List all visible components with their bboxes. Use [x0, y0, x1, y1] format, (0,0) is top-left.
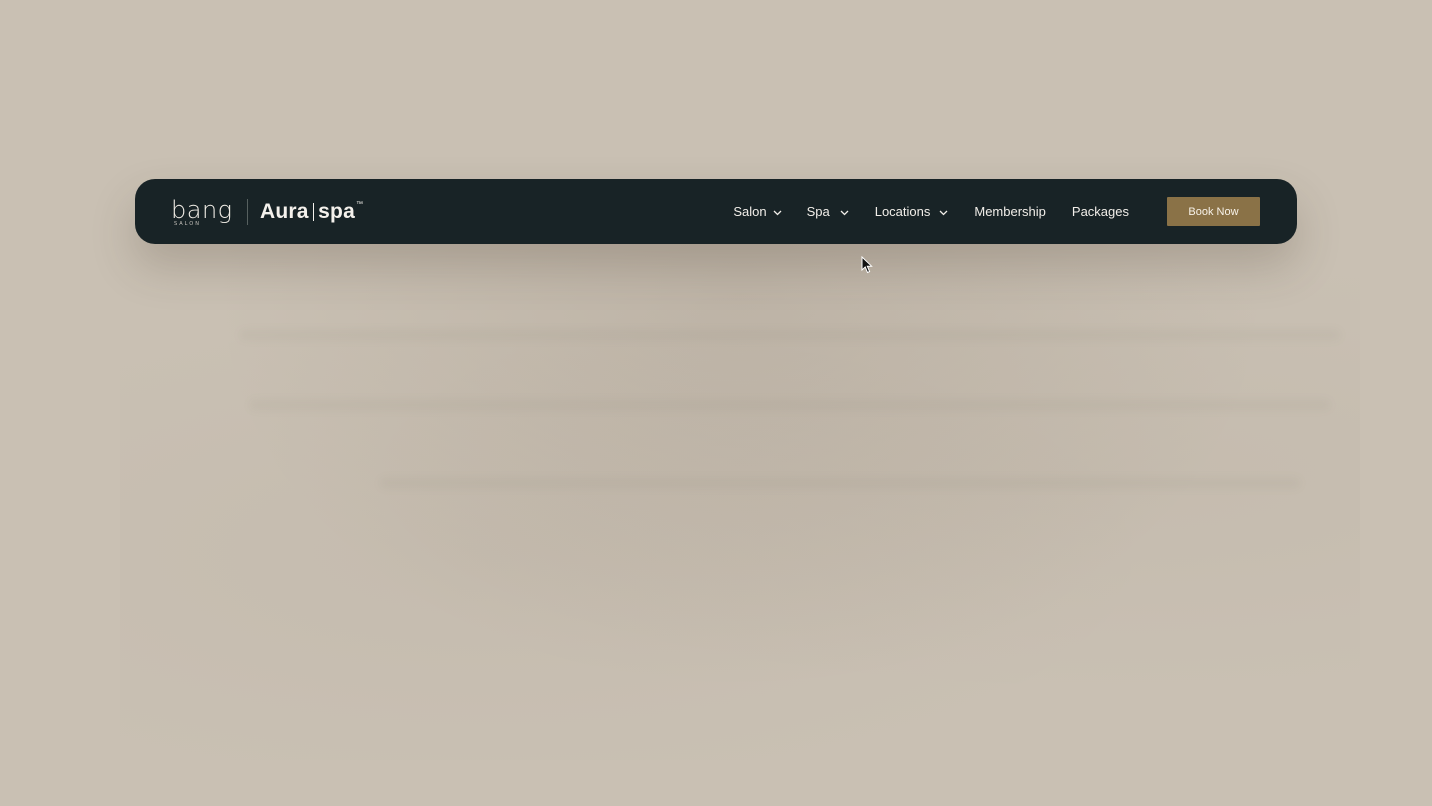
aura-wordmark-left: Aura [260, 199, 309, 223]
aura-spa-logo[interactable]: Aura spa ™ [260, 200, 363, 224]
nav-item-packages[interactable]: Packages [1072, 204, 1129, 219]
nav-item-label: Salon [733, 204, 767, 219]
nav-item-label: Packages [1071, 204, 1129, 219]
aura-logo-bar [312, 202, 315, 221]
brand-logos[interactable]: bang SALON Aura spa ™ [171, 179, 363, 244]
book-now-button[interactable]: Book Now [1167, 197, 1260, 226]
background-blur-line [250, 400, 1330, 410]
nav-item-spa[interactable]: Spa [807, 204, 849, 219]
main-navbar: bang SALON Aura spa ™ Salon Spa Location… [135, 179, 1297, 244]
nav-menu: Salon Spa Locations Membership Packages … [733, 179, 1297, 244]
nav-item-salon[interactable]: Salon [733, 204, 782, 219]
background-blur-line [240, 330, 1340, 340]
brand-divider [247, 198, 248, 225]
mouse-cursor-icon [861, 255, 873, 274]
nav-item-membership[interactable]: Membership [974, 204, 1046, 219]
bang-subtitle: SALON [174, 220, 201, 227]
nav-item-label: Locations [874, 204, 931, 219]
nav-item-label: Spa [806, 204, 830, 219]
background-blur-line [380, 478, 1300, 488]
chevron-down-icon [939, 204, 948, 219]
trademark-symbol: ™ [355, 201, 364, 208]
background-blur [120, 240, 1360, 760]
bang-wordmark: bang [171, 195, 233, 224]
chevron-down-icon [840, 204, 849, 219]
chevron-down-icon [773, 204, 782, 219]
nav-item-locations[interactable]: Locations [875, 204, 949, 219]
aura-wordmark-right: spa [318, 199, 355, 223]
nav-item-label: Membership [974, 204, 1046, 219]
bang-salon-logo[interactable]: bang SALON [171, 195, 235, 229]
